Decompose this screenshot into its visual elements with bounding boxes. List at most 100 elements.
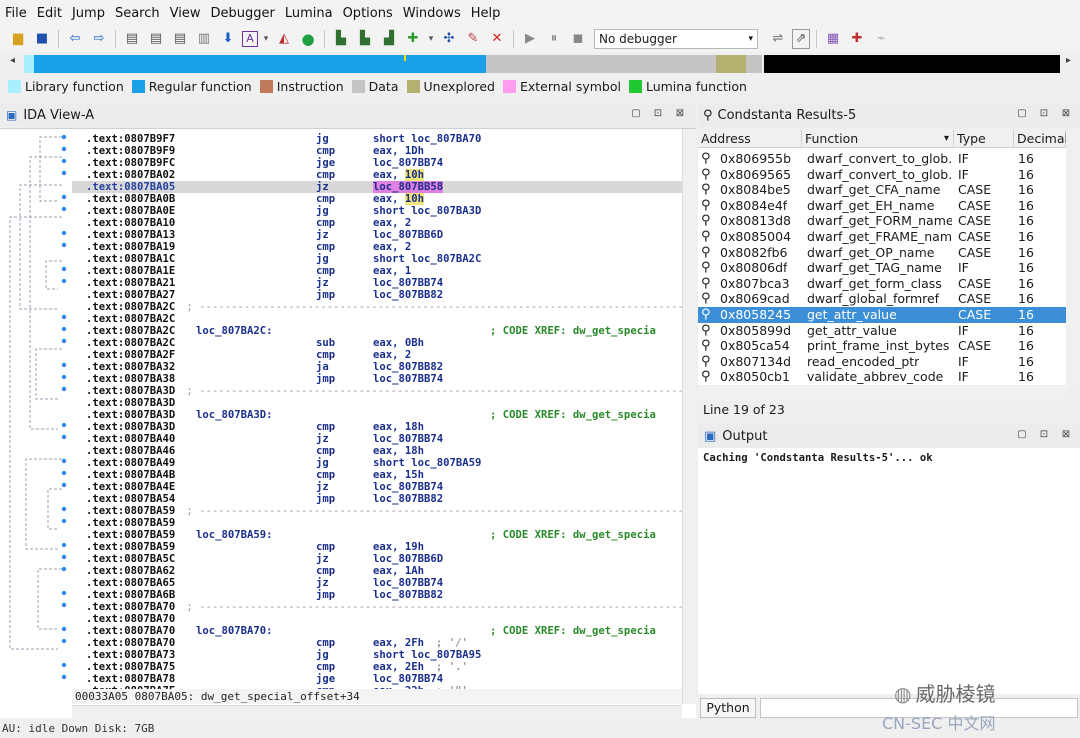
code-operand[interactable]: short loc_807BA2C — [373, 253, 481, 265]
code-operand[interactable]: short loc_807BA59 — [373, 457, 481, 469]
float-icon[interactable]: ⊡ — [1038, 429, 1050, 441]
code-label[interactable]: loc_807BA59: — [196, 529, 273, 541]
code-operand[interactable]: short loc_807BA3D — [373, 205, 481, 217]
code-line[interactable]: .text:0807BA6B jmp loc_807BB82 — [72, 589, 682, 601]
code-line[interactable]: .text:0807B9F7 jg short loc_807BA70 — [72, 133, 682, 145]
code-operand[interactable]: short loc_807BA70 — [373, 133, 481, 145]
code-line[interactable]: .text:0807BA40 jz loc_807BB74 — [72, 433, 682, 445]
breakpoint-add-icon[interactable]: ✚ — [847, 29, 867, 49]
back-arrow-icon[interactable]: ⇦ — [65, 29, 85, 49]
pause-icon[interactable]: ⏸ — [544, 29, 564, 49]
breakpoint-list-icon[interactable]: ▦ — [823, 29, 843, 49]
add-plus-icon[interactable]: ✚ — [403, 29, 423, 49]
text-mode-icon[interactable]: A — [242, 31, 258, 47]
code-label[interactable]: loc_807BA2C: — [196, 325, 273, 337]
attach-icon[interactable]: ⇗ — [792, 29, 810, 49]
restore-icon[interactable]: ▢ — [1016, 108, 1028, 120]
code-operand[interactable]: eax, 10h — [373, 193, 425, 205]
close-icon[interactable]: ⊠ — [1060, 429, 1072, 441]
code-line[interactable]: .text:0807BA3D — [72, 397, 682, 409]
play-icon[interactable]: ▶ — [520, 29, 540, 49]
close-icon[interactable]: ⊠ — [674, 108, 686, 120]
code-line[interactable]: .text:0807BA38 jmp loc_807BB74 — [72, 373, 682, 385]
code-operand[interactable]: eax, 10h — [373, 169, 425, 181]
code-line[interactable]: .text:0807BA3D loc_807BA3D: ; CODE XREF: d… — [72, 409, 682, 421]
code-line[interactable]: .text:0807BA3D ; -----------------------… — [72, 385, 682, 397]
code-operand[interactable]: short loc_807BA95 — [373, 649, 481, 661]
code-line[interactable]: .text:0807BA02 cmp eax, 10h — [72, 169, 682, 181]
code-line[interactable]: .text:0807BA2C sub eax, 0Bh — [72, 337, 682, 349]
results-horizontal-scrollbar[interactable] — [698, 386, 1066, 398]
code-line[interactable]: .text:0807B9FC jge loc_807BB74 — [72, 157, 682, 169]
code-operand[interactable]: eax, 19h — [373, 541, 424, 553]
code-xref-comment[interactable]: ; CODE XREF: dw_get_specia — [490, 529, 656, 541]
code-operand[interactable]: loc_807BB74 — [373, 433, 443, 445]
code-xref-comment[interactable]: ; CODE XREF: dw_get_specia — [490, 409, 656, 421]
code-line[interactable]: .text:0807BA13 jz loc_807BB6D — [72, 229, 682, 241]
menu-view[interactable]: View — [165, 6, 206, 21]
down-arrow-icon[interactable]: ⬇ — [218, 29, 238, 49]
python-button[interactable]: Python — [700, 698, 756, 718]
debugger-select[interactable]: No debugger ▾ — [594, 29, 758, 49]
code-operand[interactable]: loc_807BB74 — [373, 673, 443, 685]
vertical-scrollbar[interactable] — [682, 129, 696, 704]
code-operand[interactable]: loc_807BB74 — [373, 373, 443, 385]
code-operand[interactable]: loc_807BB58 — [373, 181, 444, 193]
graph-view-icon[interactable]: ◭ — [274, 29, 294, 49]
close-icon[interactable]: ⊠ — [1060, 108, 1072, 120]
code-operand[interactable]: eax, 18h — [373, 421, 424, 433]
code-operand[interactable]: eax, 15h — [373, 469, 424, 481]
switch-debugger-icon[interactable]: ⇌ — [768, 29, 788, 49]
menu-help[interactable]: Help — [466, 6, 506, 21]
table-row[interactable]: ⚲ 0x806955b dwarf_convert_to_glob... IF 16 — [698, 151, 1066, 167]
dropdown-arrow-icon[interactable]: ▾ — [427, 29, 435, 49]
breakpoint-remove-icon[interactable]: ⌁ — [871, 29, 891, 49]
horizontal-scrollbar[interactable] — [72, 705, 682, 718]
code-operand[interactable]: eax, 1Ah — [373, 565, 424, 577]
table-row[interactable]: ⚲ 0x805899d get_attr_value IF 16 — [698, 323, 1066, 339]
code-xref-comment[interactable]: ; CODE XREF: dw_get_specia — [490, 625, 656, 637]
code-line[interactable]: .text:0807BA49 jg short loc_807BA59 — [72, 457, 682, 469]
enum-icon[interactable]: ▟ — [379, 29, 399, 49]
menu-windows[interactable]: Windows — [398, 6, 466, 21]
open-folder-icon[interactable]: ▆ — [8, 29, 28, 49]
code-line[interactable]: .text:0807BA46 cmp eax, 18h — [72, 445, 682, 457]
code-line[interactable]: .text:0807BA3D cmp eax, 18h — [72, 421, 682, 433]
nav-right-icon[interactable]: ▸ — [1066, 55, 1071, 66]
code-line[interactable]: .text:0807BA62 cmp eax, 1Ah — [72, 565, 682, 577]
highlighted-immediate[interactable]: 10h — [404, 193, 425, 205]
code-operand[interactable]: loc_807BB6D — [373, 229, 443, 241]
immediate-search-icon[interactable]: ▤ — [170, 29, 190, 49]
code-line[interactable]: .text:0807BA0B cmp eax, 10h — [72, 193, 682, 205]
code-line[interactable]: .text:0807B9F9 cmp eax, 1Dh — [72, 145, 682, 157]
code-line[interactable]: .text:0807BA59 cmp eax, 19h — [72, 541, 682, 553]
table-row[interactable]: ⚲ 0x807134d read_encoded_ptr IF 16 — [698, 354, 1066, 370]
code-line[interactable]: .text:0807BA4E jz loc_807BB74 — [72, 481, 682, 493]
table-row[interactable]: ⚲ 0x8084be5 dwarf_get_CFA_name CASE 16 — [698, 182, 1066, 198]
code-operand[interactable]: eax, 0Bh — [373, 337, 424, 349]
code-operand[interactable]: eax, 1 — [373, 265, 411, 277]
menu-search[interactable]: Search — [110, 6, 165, 21]
code-operand[interactable]: loc_807BB74 — [373, 157, 443, 169]
code-operand[interactable]: eax, 1Dh — [373, 145, 424, 157]
menu-options[interactable]: Options — [338, 6, 398, 21]
code-line[interactable]: .text:0807BA21 jz loc_807BB74 — [72, 277, 682, 289]
navigation-band[interactable] — [8, 55, 1072, 73]
menu-edit[interactable]: Edit — [32, 6, 67, 21]
code-line[interactable]: .text:0807BA59 — [72, 517, 682, 529]
code-operand[interactable]: loc_807BB82 — [373, 361, 443, 373]
restore-icon[interactable]: ▢ — [630, 108, 642, 120]
code-line[interactable]: .text:0807BA75 cmp eax, 2Eh ; '.' — [72, 661, 682, 673]
highlighted-operand[interactable]: loc_807BB58 — [373, 181, 444, 193]
code-line[interactable]: .text:0807BA65 jz loc_807BB74 — [72, 577, 682, 589]
code-operand[interactable]: loc_807BB74 — [373, 277, 443, 289]
code-operand[interactable]: eax, 2 — [373, 217, 411, 229]
highlighted-immediate[interactable]: 10h — [404, 169, 425, 181]
table-row[interactable]: ⚲ 0x807bca3 dwarf_get_form_class CASE 16 — [698, 276, 1066, 292]
code-operand[interactable]: loc_807BB74 — [373, 481, 443, 493]
code-line[interactable]: .text:0807BA78 jge loc_807BB74 — [72, 673, 682, 685]
code-line[interactable]: .text:0807BA19 cmp eax, 2 — [72, 241, 682, 253]
results-vertical-scrollbar[interactable] — [1066, 130, 1078, 386]
menu-debugger[interactable]: Debugger — [205, 6, 279, 21]
code-line[interactable]: .text:0807BA32 ja loc_807BB82 — [72, 361, 682, 373]
